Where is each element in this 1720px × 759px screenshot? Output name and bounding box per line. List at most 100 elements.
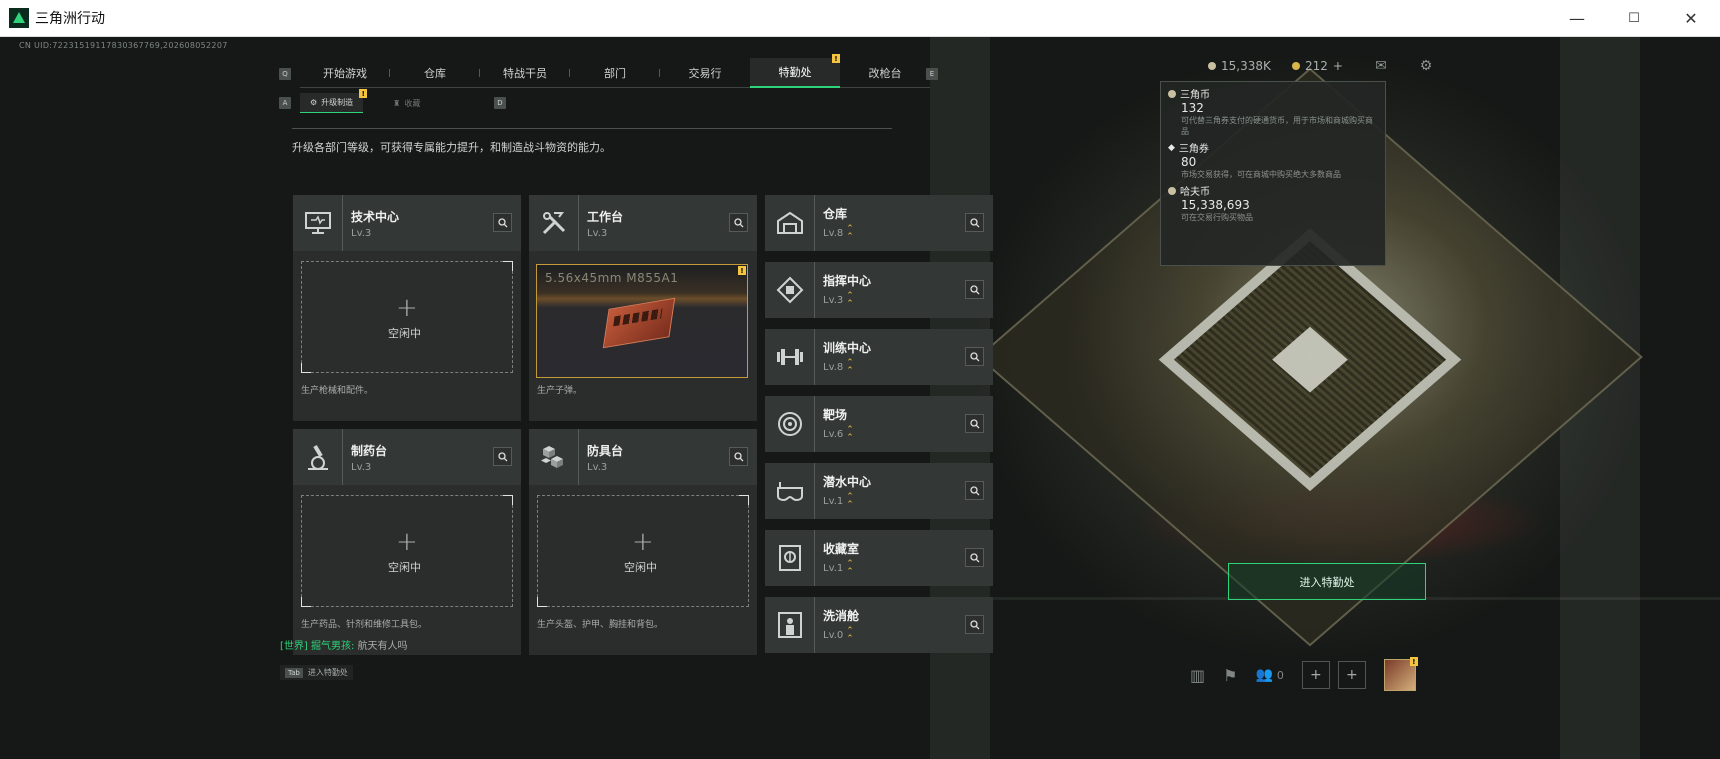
minimize-button[interactable]: —: [1548, 0, 1606, 37]
workbench-level: Lv.3: [587, 461, 608, 473]
squad-count: 0: [1276, 668, 1284, 682]
facility-training-center[interactable]: 训练中心 Lv.8 ⌃ ⌃: [765, 329, 993, 385]
production-slot[interactable]: + 空闲中: [301, 495, 513, 607]
page-description: 升级各部门等级，可获得专属能力提升，和制造战斗物资的能力。: [292, 141, 611, 154]
plus-icon: +: [396, 293, 418, 323]
add-teammate-button-2[interactable]: +: [1337, 661, 1366, 689]
flag-icon[interactable]: ⚑: [1223, 666, 1237, 685]
plus-icon: +: [396, 527, 418, 557]
upgrade-arrow-icon: ⌃ ⌃: [846, 291, 854, 309]
tab-key-hint[interactable]: Tab 进入特勤处: [280, 665, 353, 680]
search-icon[interactable]: [965, 414, 984, 433]
divider: [292, 128, 892, 129]
add-currency-button[interactable]: +: [1333, 59, 1343, 73]
workbench-level: Lv.3: [351, 461, 372, 473]
workbench-pharmacy[interactable]: 制药台 Lv.3 + 空闲中 生产药品、针剂和维修工具包。: [293, 429, 521, 655]
facility-name: 指挥中心: [823, 274, 872, 288]
ticket-icon: ◆: [1168, 142, 1175, 153]
facility-decontamination[interactable]: 洗消舱 Lv.0 ⌃ ⌃: [765, 597, 993, 653]
subtab-left-key-hint[interactable]: A: [279, 97, 291, 109]
workbench-name: 制药台: [351, 443, 388, 458]
tools-icon: [529, 195, 579, 251]
workbench-description: 生产头盔、护甲、胸挂和背包。: [537, 620, 664, 630]
search-icon[interactable]: [965, 548, 984, 567]
search-icon[interactable]: [493, 213, 512, 232]
chat-channel: [世界]: [280, 641, 308, 652]
enter-special-ops-button[interactable]: 进入特勤处: [1228, 563, 1426, 600]
facility-shooting-range[interactable]: 靶场 Lv.6 ⌃ ⌃: [765, 396, 993, 452]
hafcoin-balance[interactable]: 15,338K: [1208, 59, 1271, 73]
upgrade-arrow-icon: ⌃ ⌃: [846, 626, 854, 644]
tab-operators[interactable]: 特战干员: [480, 58, 570, 88]
slot-status: 空闲中: [624, 561, 657, 574]
chat-message[interactable]: [世界] 掘气男孩: 航天有人吗: [280, 637, 408, 652]
hafcoin-icon: [1168, 186, 1176, 195]
maximize-button[interactable]: ☐: [1605, 0, 1663, 37]
coupon-balance[interactable]: 212 +: [1292, 59, 1343, 73]
facility-collection-room[interactable]: 收藏室 Lv.1 ⌃ ⌃: [765, 530, 993, 586]
tab-gunsmith[interactable]: 改枪台: [840, 58, 930, 88]
facility-name: 仓库: [823, 207, 848, 221]
tab-trading[interactable]: 交易行: [660, 58, 750, 88]
facility-level: Lv.8: [823, 361, 844, 373]
search-icon[interactable]: [965, 347, 984, 366]
search-icon[interactable]: [965, 213, 984, 232]
facility-level: Lv.8: [823, 227, 844, 239]
search-icon[interactable]: [965, 481, 984, 500]
subtab-right-key-hint[interactable]: D: [494, 97, 506, 109]
crafting-item-name: 5.56x45mm M855A1: [545, 271, 679, 285]
tab-department[interactable]: 部门: [570, 58, 660, 88]
facility-warehouse[interactable]: 仓库 Lv.8 ⌃ ⌃: [765, 195, 993, 251]
nav-left-key-hint[interactable]: Q: [279, 68, 291, 80]
microscope-icon: [293, 429, 343, 485]
facility-name: 训练中心: [823, 341, 872, 355]
facility-name: 靶场: [823, 408, 848, 422]
window-titlebar: 三角洲行动 — ☐ ✕: [0, 0, 1720, 37]
facility-command-center[interactable]: 指挥中心 Lv.3 ⌃ ⌃: [765, 262, 993, 318]
production-slot[interactable]: + 空闲中: [301, 261, 513, 373]
search-icon[interactable]: [965, 615, 984, 634]
squad-button[interactable]: 👥 0: [1255, 667, 1283, 683]
plus-icon: +: [632, 527, 654, 557]
add-teammate-button[interactable]: +: [1301, 661, 1330, 689]
crafting-complete-badge: !: [738, 266, 746, 275]
chat-text: 航天有人吗: [357, 641, 408, 652]
chat-player-name: 掘气男孩:: [311, 641, 355, 652]
workbench-armor[interactable]: 防具台 Lv.3 + 空闲中 生产头盔、护甲、胸挂和背包。: [529, 429, 757, 655]
tab-upgrade-craft[interactable]: ⚙ 升级制造 !: [300, 89, 368, 113]
tab-warehouse[interactable]: 仓库: [390, 58, 480, 88]
mail-icon[interactable]: ✉: [1372, 58, 1390, 74]
facility-name: 潜水中心: [823, 475, 872, 489]
facility-diving-center[interactable]: 潜水中心 Lv.1 ⌃ ⌃: [765, 463, 993, 519]
gear-icon[interactable]: ⚙: [1417, 58, 1435, 74]
facility-level: Lv.3: [823, 294, 844, 306]
production-slot[interactable]: + 空闲中: [537, 495, 749, 607]
upgrade-arrow-icon: ⌃ ⌃: [846, 425, 854, 443]
tab-special-ops[interactable]: 特勤处 !: [750, 54, 840, 88]
facility-name: 收藏室: [823, 542, 860, 556]
search-icon[interactable]: [965, 280, 984, 299]
avatar[interactable]: !: [1383, 657, 1418, 691]
workbench-tech-center[interactable]: 技术中心 Lv.3 + 空闲中 生产枪械和配件。: [293, 195, 521, 421]
nav-right-key-hint[interactable]: E: [926, 68, 938, 80]
tab-start-game[interactable]: 开始游戏: [300, 58, 390, 88]
workbench-description: 生产枪械和配件。: [301, 386, 374, 396]
dumbbell-icon: [765, 329, 815, 385]
search-icon[interactable]: [729, 447, 748, 466]
crafting-item-preview[interactable]: 5.56x45mm M855A1 !: [536, 264, 748, 378]
workbench-level: Lv.3: [351, 227, 372, 239]
search-icon[interactable]: [493, 447, 512, 466]
upgrade-arrow-icon: ⌃ ⌃: [846, 559, 854, 577]
workbench-description: 生产药品、针剂和维修工具包。: [301, 620, 428, 630]
facility-level: Lv.0: [823, 629, 844, 641]
facility-level: Lv.1: [823, 495, 844, 507]
ammo-box-image: [602, 297, 676, 349]
upgrade-icon: ⚙: [310, 98, 318, 107]
search-icon[interactable]: [729, 213, 748, 232]
tab-collection[interactable]: ♜ 收藏: [383, 93, 430, 113]
close-button[interactable]: ✕: [1662, 0, 1720, 37]
trophy-icon: ♜: [393, 98, 401, 108]
upgrade-arrow-icon: ⌃ ⌃: [846, 358, 854, 376]
stats-icon[interactable]: ▥: [1190, 666, 1205, 685]
player-uid: CN UID:72231519117830367769,202608052207: [19, 41, 228, 50]
